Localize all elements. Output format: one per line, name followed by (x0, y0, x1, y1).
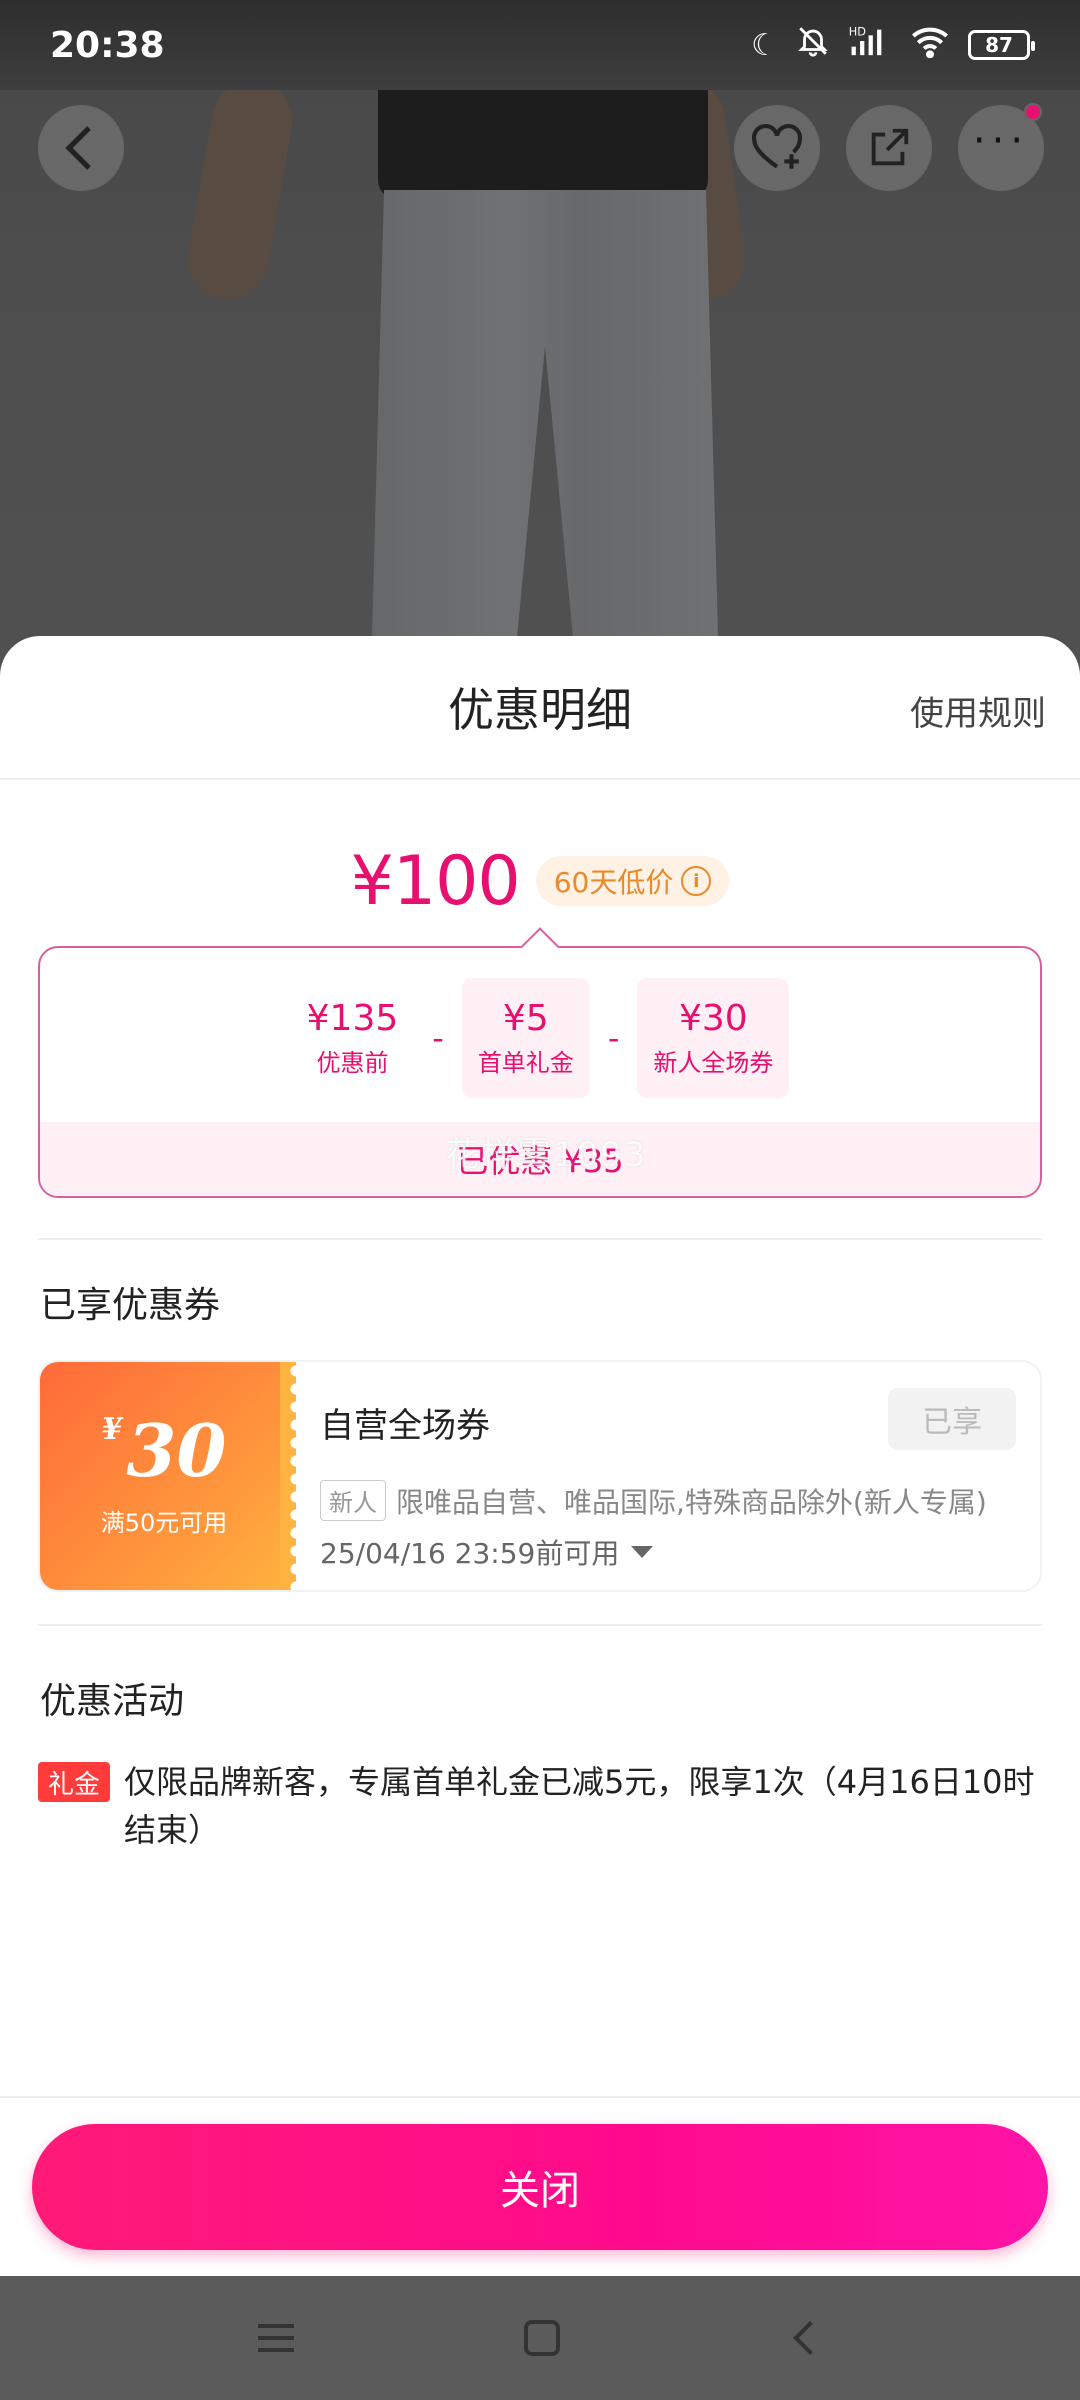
breakdown-label: 新人全场券 (653, 1049, 774, 1077)
divider (38, 1238, 1042, 1240)
coupon-amount: ¥30 (101, 1411, 226, 1487)
menu-icon[interactable] (258, 2324, 294, 2352)
breakdown-amount: ¥5 (502, 998, 549, 1039)
gift-tag: 礼金 (38, 1762, 111, 1802)
moon-icon: ☾ (751, 27, 778, 63)
share-button[interactable] (846, 105, 932, 191)
coupon-expiry-toggle[interactable]: 25/04/16 23:59前可用 (320, 1532, 654, 1572)
product-photo (0, 0, 1080, 680)
coupons-section-title: 已享优惠券 (40, 1285, 221, 1326)
back-button[interactable] (38, 105, 124, 191)
screen: 20:38 ☾ HD 87 ··· 优惠明细 使用规则 ¥100 60天低价 i… (0, 0, 1080, 2400)
divider (38, 1624, 1042, 1626)
coupon-status-badge: 已享 (888, 1388, 1016, 1450)
svg-text:HD: HD (849, 24, 867, 38)
status-icons: ☾ HD 87 (751, 24, 1035, 66)
photo-overlay (0, 0, 1080, 680)
activity-text: 仅限品牌新客，专属首单礼金已减5元，限享1次（4月16日10时结束） (124, 1763, 1035, 1849)
breakdown-pointer (520, 927, 560, 967)
close-button[interactable]: 关闭 (32, 2124, 1048, 2250)
coupon-card[interactable]: ¥30 满50元可用 自营全场券 已享 新人 限唯品自营、唯品国际,特殊商品除外… (38, 1360, 1042, 1592)
low-price-badge[interactable]: 60天低价 i (535, 856, 730, 906)
final-price: ¥100 (350, 841, 521, 921)
breakdown-amount: ¥30 (679, 998, 748, 1039)
coupon-description: 限唯品自营、唯品国际,特殊商品除外(新人专属) (396, 1485, 987, 1519)
coupon-serrated-edge (280, 1362, 296, 1590)
coupon-value: 30 (126, 1407, 227, 1493)
breakdown-item-original: ¥135 优惠前 (291, 978, 415, 1098)
share-icon (871, 128, 909, 166)
home-icon[interactable] (524, 2320, 560, 2356)
minus-sign: - (607, 1019, 620, 1057)
status-time: 20:38 (50, 24, 165, 66)
footer-divider (0, 2096, 1080, 2098)
coupon-currency: ¥ (101, 1411, 123, 1447)
notification-dot (1024, 103, 1042, 121)
favorite-button[interactable] (734, 105, 820, 191)
breakdown-amount: ¥135 (306, 998, 399, 1039)
breakdown-label: 首单礼金 (477, 1049, 574, 1077)
info-icon: i (681, 866, 712, 896)
breakdown-item-gift: ¥5 首单礼金 (461, 978, 590, 1098)
final-price-row: ¥100 60天低价 i (0, 836, 1080, 926)
favorite-add-icon (751, 124, 803, 169)
system-nav-bar (0, 2276, 1080, 2400)
status-bar: 20:38 ☾ HD 87 (0, 0, 1080, 90)
mute-bell-icon (796, 24, 830, 66)
watermark: 花样雾1093 (445, 1135, 648, 1175)
breakdown-label: 优惠前 (316, 1049, 389, 1077)
more-icon: ··· (972, 118, 1030, 164)
coupon-condition: 满50元可用 (100, 1508, 228, 1537)
activities-section-title: 优惠活动 (40, 1681, 185, 1722)
low-price-badge-label: 60天低价 (553, 866, 674, 899)
usage-rules-link[interactable]: 使用规则 (910, 686, 1046, 735)
breakdown-item-coupon: ¥30 新人全场券 (637, 978, 790, 1098)
breakdown-items: ¥135 优惠前 - ¥5 首单礼金 - ¥30 新人全场券 (40, 978, 1040, 1098)
coupon-expiry: 25/04/16 23:59前可用 (320, 1537, 620, 1570)
coupon-description-row: 新人 限唯品自营、唯品国际,特殊商品除外(新人专属) (320, 1480, 987, 1521)
minus-sign: - (432, 1019, 444, 1057)
coupon-value-panel: ¥30 满50元可用 (40, 1362, 288, 1590)
more-button[interactable]: ··· (958, 103, 1044, 191)
signal-hd-icon: HD (848, 24, 892, 66)
discount-detail-sheet: 优惠明细 使用规则 ¥100 60天低价 i ¥135 优惠前 - ¥5 首单礼… (0, 636, 1080, 2276)
coupon-name: 自营全场券 (320, 1406, 490, 1446)
new-user-tag: 新人 (320, 1480, 386, 1521)
back-icon (65, 126, 91, 170)
wifi-icon (910, 24, 950, 66)
back-nav-icon[interactable] (793, 2321, 827, 2355)
activity-item: 礼金 仅限品牌新客，专属首单礼金已减5元，限享1次（4月16日10时结束） (38, 1758, 1042, 1854)
battery-indicator: 87 (968, 30, 1035, 60)
price-breakdown: ¥135 优惠前 - ¥5 首单礼金 - ¥30 新人全场券 已优惠 ¥35 花… (38, 927, 1042, 1198)
chevron-down-icon (631, 1546, 654, 1558)
sheet-header: 优惠明细 使用规则 (0, 636, 1080, 780)
